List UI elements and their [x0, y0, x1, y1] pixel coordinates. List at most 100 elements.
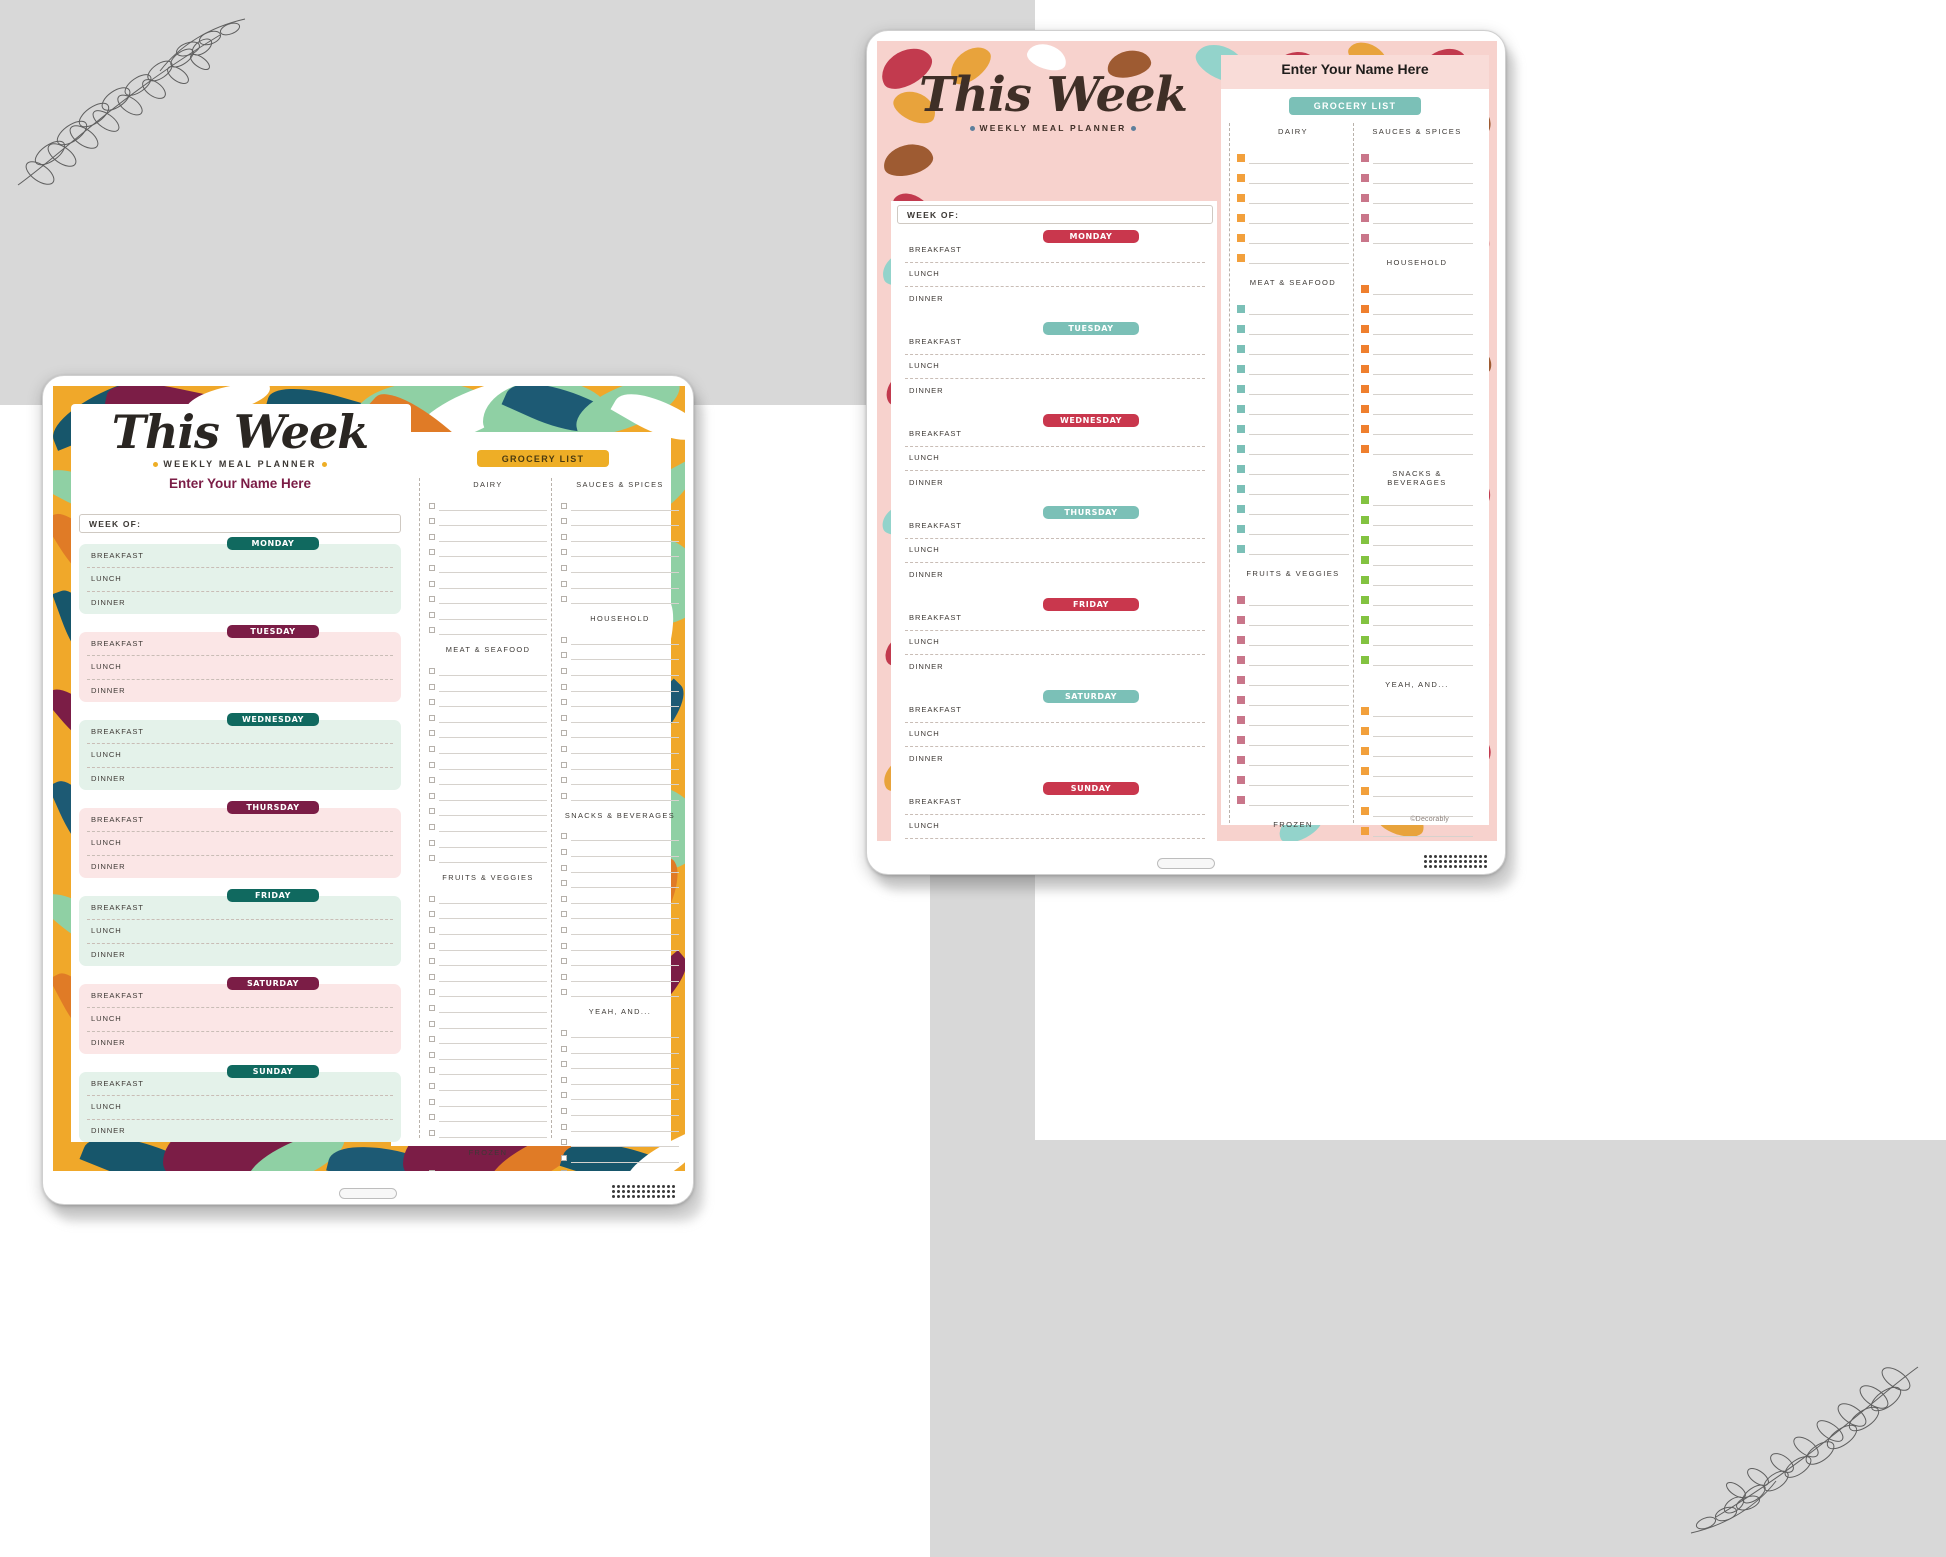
grocery-checkbox[interactable]	[561, 864, 567, 871]
grocery-checkbox[interactable]	[429, 1098, 435, 1105]
grocery-item-row[interactable]	[561, 723, 679, 739]
grocery-item-row[interactable]	[1361, 355, 1473, 375]
meal-row[interactable]: LUNCH	[79, 743, 401, 766]
grocery-item-row[interactable]	[1361, 837, 1473, 841]
grocery-bullet-square[interactable]	[1237, 616, 1245, 624]
grocery-item-row[interactable]	[1361, 586, 1473, 606]
grocery-checkbox[interactable]	[561, 1154, 567, 1161]
grocery-item-row[interactable]	[429, 542, 547, 558]
grocery-checkbox[interactable]	[561, 1123, 567, 1130]
home-button[interactable]	[1157, 858, 1215, 869]
grocery-checkbox[interactable]	[561, 596, 567, 603]
grocery-bullet-square[interactable]	[1361, 767, 1369, 775]
grocery-checkbox[interactable]	[561, 636, 567, 643]
grocery-bullet-square[interactable]	[1237, 174, 1245, 182]
grocery-item-row[interactable]	[561, 951, 679, 967]
grocery-checkbox[interactable]	[561, 745, 567, 752]
grocery-bullet-square[interactable]	[1361, 214, 1369, 222]
grocery-item-row[interactable]	[1361, 164, 1473, 184]
grocery-item-row[interactable]	[561, 857, 679, 873]
grocery-bullet-square[interactable]	[1237, 385, 1245, 393]
meal-row[interactable]: LUNCH	[79, 831, 401, 854]
grocery-item-row[interactable]	[1361, 506, 1473, 526]
grocery-item-row[interactable]	[1237, 495, 1349, 515]
grocery-checkbox[interactable]	[561, 880, 567, 887]
grocery-item-row[interactable]	[1237, 164, 1349, 184]
grocery-item-row[interactable]	[561, 542, 679, 558]
grocery-checkbox[interactable]	[429, 855, 435, 862]
grocery-item-row[interactable]	[429, 495, 547, 511]
grocery-checkbox[interactable]	[429, 1129, 435, 1136]
grocery-checkbox[interactable]	[561, 533, 567, 540]
grocery-bullet-square[interactable]	[1237, 756, 1245, 764]
grocery-checkbox[interactable]	[429, 942, 435, 949]
grocery-checkbox[interactable]	[561, 518, 567, 525]
grocery-bullet-square[interactable]	[1361, 656, 1369, 664]
meal-row[interactable]: DINNER	[79, 679, 401, 702]
grocery-item-row[interactable]	[429, 966, 547, 982]
grocery-checkbox[interactable]	[429, 533, 435, 540]
grocery-item-row[interactable]	[429, 511, 547, 527]
grocery-bullet-square[interactable]	[1361, 707, 1369, 715]
grocery-bullet-square[interactable]	[1237, 445, 1245, 453]
grocery-item-row[interactable]	[1237, 726, 1349, 746]
grocery-item-row[interactable]	[561, 1038, 679, 1054]
grocery-item-row[interactable]	[1361, 566, 1473, 586]
grocery-item-row[interactable]	[561, 966, 679, 982]
grocery-bullet-square[interactable]	[1237, 505, 1245, 513]
grocery-item-row[interactable]	[1237, 184, 1349, 204]
grocery-bullet-square[interactable]	[1361, 556, 1369, 564]
grocery-item-row[interactable]	[561, 495, 679, 511]
grocery-item-row[interactable]	[429, 573, 547, 589]
grocery-checkbox[interactable]	[429, 745, 435, 752]
grocery-item-row[interactable]	[429, 589, 547, 605]
grocery-checkbox[interactable]	[561, 699, 567, 706]
grocery-item-row[interactable]	[1237, 686, 1349, 706]
grocery-item-row[interactable]	[429, 832, 547, 848]
grocery-bullet-square[interactable]	[1237, 525, 1245, 533]
grocery-item-row[interactable]	[561, 904, 679, 920]
grocery-item-row[interactable]	[1237, 475, 1349, 495]
grocery-bullet-square[interactable]	[1361, 325, 1369, 333]
grocery-item-row[interactable]	[429, 738, 547, 754]
grocery-checkbox[interactable]	[429, 502, 435, 509]
grocery-checkbox[interactable]	[561, 895, 567, 902]
grocery-checkbox[interactable]	[561, 926, 567, 933]
grocery-item-row[interactable]	[561, 1116, 679, 1132]
grocery-checkbox[interactable]	[429, 730, 435, 737]
grocery-bullet-square[interactable]	[1237, 736, 1245, 744]
grocery-item-row[interactable]	[561, 982, 679, 998]
grocery-item-row[interactable]	[561, 935, 679, 951]
grocery-checkbox[interactable]	[561, 1061, 567, 1068]
grocery-checkbox[interactable]	[561, 564, 567, 571]
grocery-checkbox[interactable]	[561, 792, 567, 799]
grocery-item-row[interactable]	[561, 1132, 679, 1148]
grocery-item-row[interactable]	[429, 526, 547, 542]
meal-row[interactable]: DINNER	[897, 378, 1213, 403]
grocery-item-row[interactable]	[1361, 797, 1473, 817]
grocery-checkbox[interactable]	[429, 895, 435, 902]
grocery-item-row[interactable]	[1237, 415, 1349, 435]
grocery-bullet-square[interactable]	[1237, 696, 1245, 704]
grocery-checkbox[interactable]	[429, 958, 435, 965]
grocery-checkbox[interactable]	[429, 714, 435, 721]
meal-row[interactable]: DINNER	[79, 767, 401, 790]
grocery-bullet-square[interactable]	[1361, 365, 1369, 373]
grocery-checkbox[interactable]	[429, 1020, 435, 1027]
grocery-bullet-square[interactable]	[1237, 636, 1245, 644]
grocery-item-row[interactable]	[561, 738, 679, 754]
meal-row[interactable]: DINNER	[897, 286, 1213, 311]
grocery-checkbox[interactable]	[561, 958, 567, 965]
grocery-item-row[interactable]	[561, 573, 679, 589]
grocery-item-row[interactable]	[429, 692, 547, 708]
grocery-item-row[interactable]	[429, 801, 547, 817]
grocery-item-row[interactable]	[429, 785, 547, 801]
grocery-bullet-square[interactable]	[1361, 385, 1369, 393]
grocery-checkbox[interactable]	[429, 1036, 435, 1043]
grocery-item-row[interactable]	[561, 707, 679, 723]
grocery-item-row[interactable]	[1361, 697, 1473, 717]
meal-row[interactable]: DINNER	[79, 943, 401, 966]
meal-row[interactable]: LUNCH	[897, 446, 1213, 471]
grocery-checkbox[interactable]	[561, 1029, 567, 1036]
grocery-checkbox[interactable]	[429, 1170, 435, 1171]
